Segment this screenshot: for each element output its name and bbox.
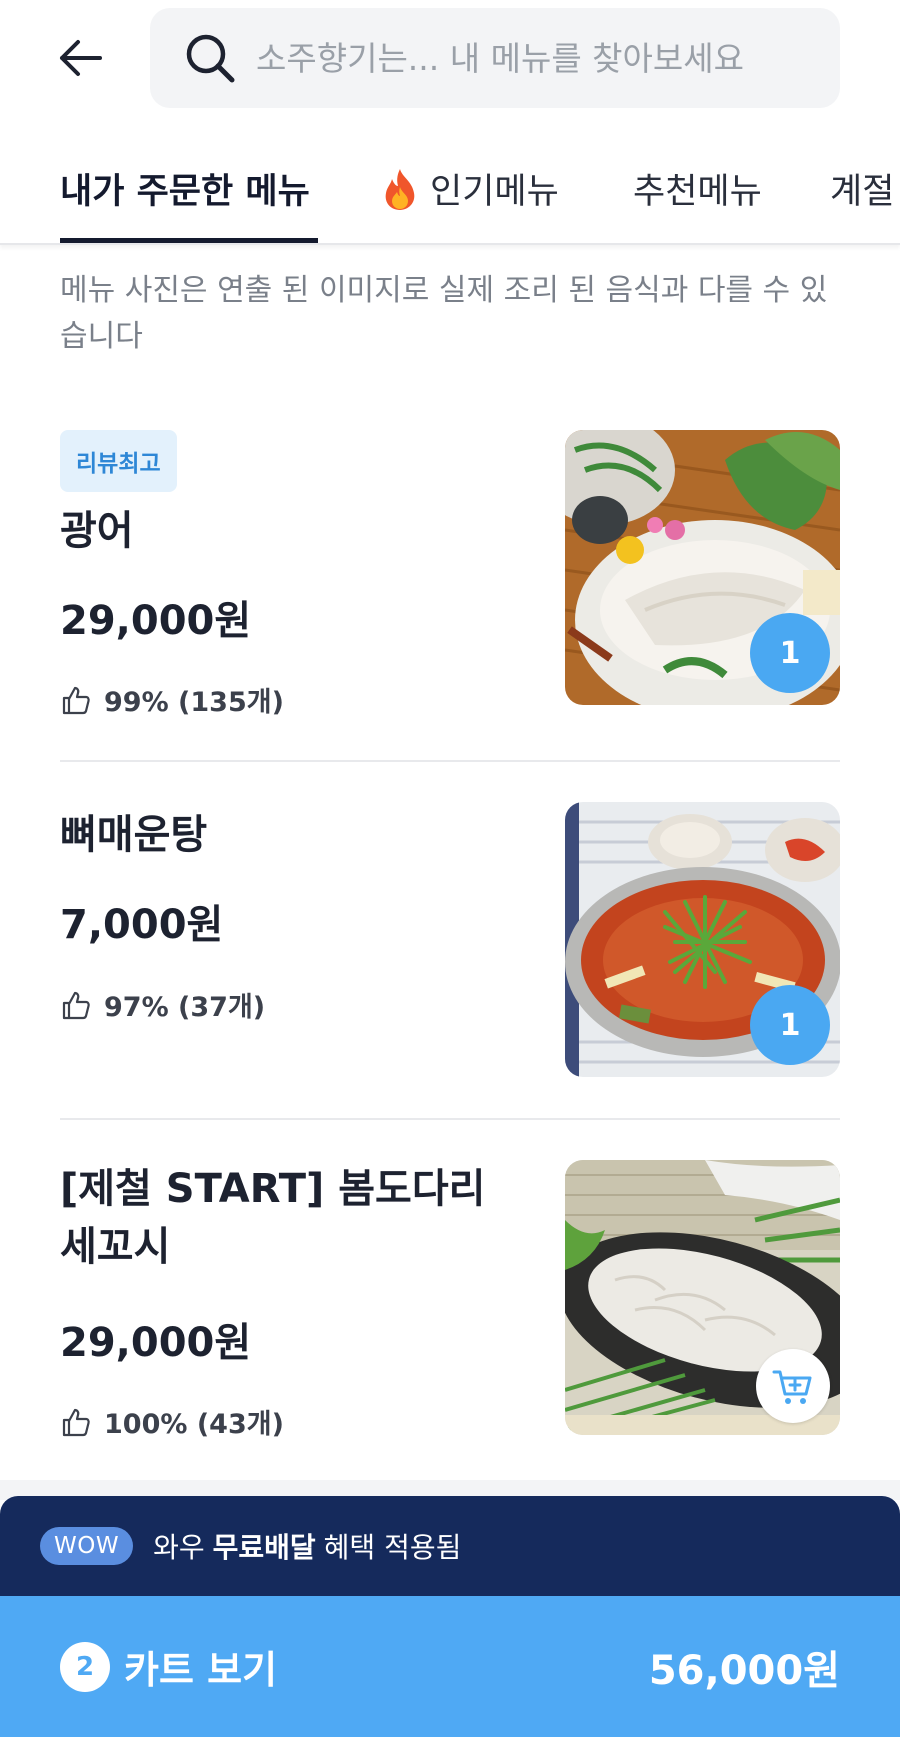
arrow-left-icon: [60, 40, 102, 76]
item-divider: [60, 1118, 840, 1120]
menu-item-spring-flounder-sekkoshi[interactable]: [제철 START] 봄도다리 세꼬시 29,000원 100% (43개): [60, 1160, 840, 1440]
menu-item-rating: 99% (135개): [60, 680, 284, 719]
wow-text-after: 혜택 적용됨: [323, 1531, 462, 1564]
active-tab-indicator: [60, 238, 318, 243]
tab-my-ordered-menu[interactable]: 내가 주문한 메뉴: [60, 163, 310, 214]
top-bar: [0, 0, 900, 125]
menu-item-flatfish[interactable]: 리뷰최고 광어 29,000원 99% (135개) 1: [60, 430, 840, 718]
cart-quantity-badge[interactable]: 1: [750, 985, 830, 1065]
item-divider: [60, 760, 840, 762]
search-icon: [186, 34, 235, 83]
cart-total-price: 56,000원: [648, 1647, 840, 1694]
rating-text: 99% (135개): [104, 687, 284, 718]
menu-item-name: [제철 START] 봄도다리 세꼬시: [60, 1166, 486, 1270]
flatfish-sashimi-image[interactable]: 1: [565, 430, 840, 705]
search-box[interactable]: [150, 8, 840, 108]
wow-text-before: 와우: [153, 1531, 205, 1564]
add-to-cart-button[interactable]: [756, 1349, 830, 1423]
menu-item-rating: 100% (43개): [60, 1402, 284, 1441]
wow-text-bold: 무료배달: [212, 1531, 316, 1564]
photo-disclaimer: 메뉴 사진은 연출 된 이미지로 실제 조리 된 음식과 다를 수 있습니다: [60, 273, 828, 354]
fire-icon: [385, 169, 415, 210]
thumbs-up-icon: [62, 1408, 90, 1436]
rating-text: 97% (37개): [104, 992, 266, 1023]
flounder-sekkoshi-image[interactable]: [565, 1160, 840, 1435]
tab-recommended-menu[interactable]: 추천메뉴: [633, 163, 762, 214]
menu-item-name: 광어: [60, 508, 134, 554]
cart-quantity-badge[interactable]: 1: [750, 613, 830, 693]
view-cart-button[interactable]: 2 카트 보기 56,000원: [0, 1596, 900, 1737]
menu-item-price: 29,000원: [60, 598, 252, 644]
rating-text: 100% (43개): [104, 1409, 284, 1440]
menu-item-rating: 97% (37개): [60, 985, 265, 1024]
cart-count-badge: 2: [60, 1641, 110, 1692]
back-button[interactable]: [56, 34, 104, 82]
thumbs-up-icon: [62, 686, 90, 714]
menu-item-price: 7,000원: [60, 902, 224, 948]
spicy-stew-image[interactable]: 1: [565, 802, 840, 1077]
tab-popular-label: 인기메뉴: [430, 172, 559, 212]
menu-item-spicy-fish-bone-stew[interactable]: 뼈매운탕 7,000원 97% (37개) 1: [60, 802, 840, 1077]
view-cart-label: 카트 보기: [124, 1648, 278, 1692]
category-tabs: 내가 주문한 메뉴 인기메뉴 추천메뉴 계절: [0, 125, 900, 245]
cart-add-icon: [772, 1370, 812, 1404]
tab-seasonal-menu[interactable]: 계절: [830, 163, 894, 214]
tab-popular-menu[interactable]: 인기메뉴: [380, 163, 559, 214]
menu-item-name: 뼈매운탕: [60, 812, 208, 858]
thumbs-up-icon: [62, 991, 90, 1019]
best-review-badge: 리뷰최고: [60, 430, 177, 492]
menu-item-price: 29,000원: [60, 1320, 252, 1366]
search-input[interactable]: [256, 38, 796, 78]
wow-free-delivery-banner: WOW 와우 무료배달 혜택 적용됨: [0, 1496, 900, 1596]
wow-badge: WOW: [40, 1527, 134, 1565]
